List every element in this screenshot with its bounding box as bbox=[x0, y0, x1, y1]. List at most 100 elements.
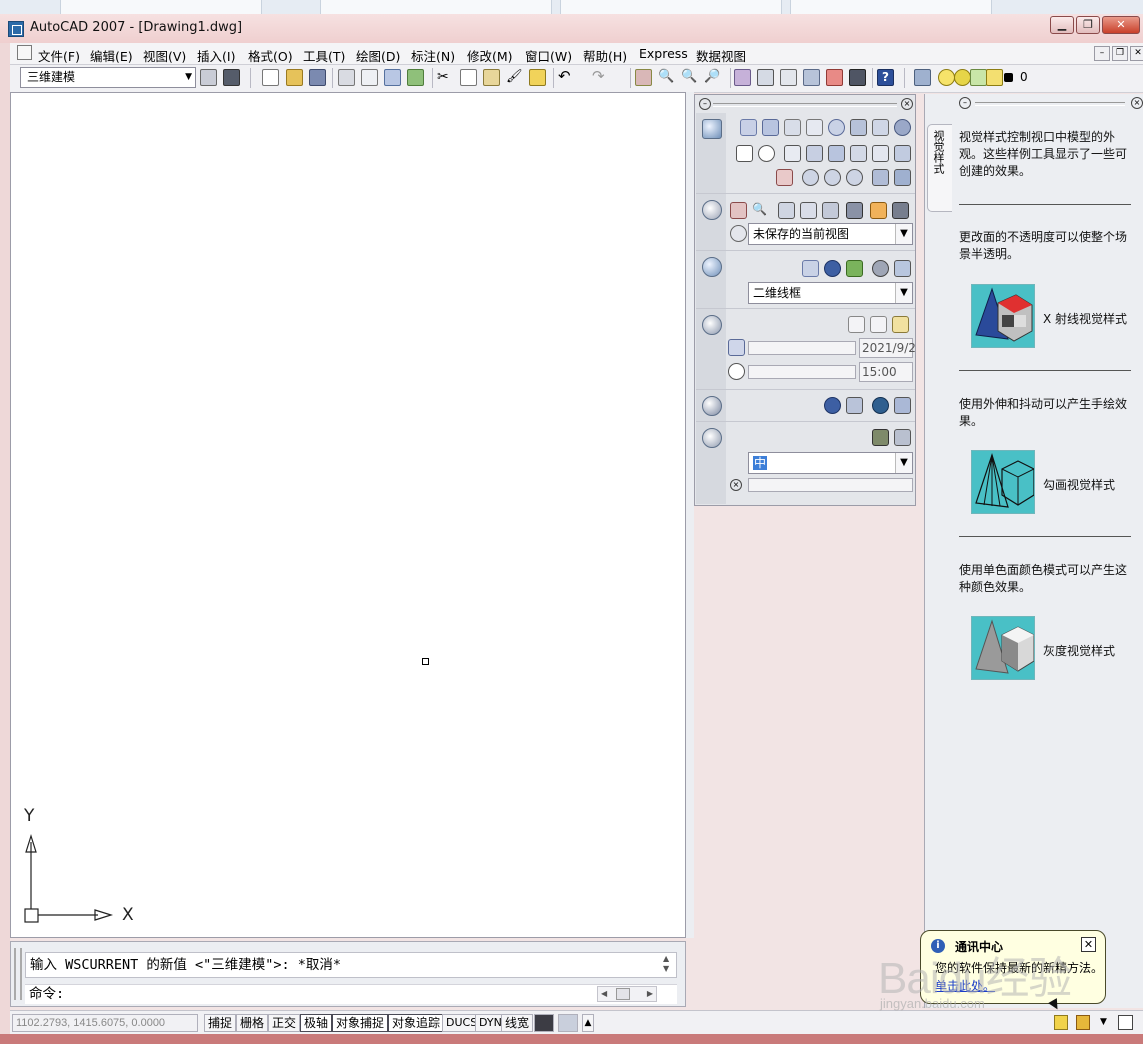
menu-dimension[interactable]: 标注(N) bbox=[411, 46, 455, 65]
paste-icon[interactable] bbox=[483, 69, 500, 86]
subtract-icon[interactable] bbox=[824, 169, 841, 186]
3d-zoom-icon[interactable]: 🔍 bbox=[752, 202, 769, 219]
sketchy-style-thumbnail[interactable] bbox=[971, 450, 1035, 514]
workspace-settings-icon[interactable] bbox=[200, 69, 217, 86]
palette-grip[interactable] bbox=[975, 102, 1125, 106]
3d-make-icon[interactable] bbox=[702, 119, 722, 139]
maximize-button[interactable]: ❐ bbox=[1076, 16, 1100, 34]
chevron-down-icon[interactable]: ▼ bbox=[895, 283, 912, 303]
tool-palettes-icon[interactable] bbox=[780, 69, 797, 86]
status-menu-arrow-icon[interactable]: ▲ bbox=[582, 1014, 594, 1032]
menu-tools[interactable]: 工具(T) bbox=[303, 46, 345, 65]
status-grid-button[interactable]: 栅格 bbox=[236, 1014, 269, 1032]
document-icon[interactable] bbox=[17, 45, 32, 60]
calendar-icon[interactable] bbox=[728, 339, 745, 356]
named-view-select[interactable]: 未保存的当前视图 ▼ bbox=[748, 223, 913, 245]
menu-window[interactable]: 窗口(W) bbox=[525, 46, 572, 65]
status-snap-button[interactable]: 捕捉 bbox=[204, 1014, 237, 1032]
status-otrack-button[interactable]: 对象追踪 bbox=[388, 1014, 445, 1032]
block-editor-icon[interactable] bbox=[529, 69, 546, 86]
visual-style-manager-icon[interactable] bbox=[894, 260, 911, 277]
zoom-realtime-icon[interactable]: 🔍 bbox=[658, 69, 675, 86]
intersect-icon[interactable] bbox=[846, 169, 863, 186]
chevron-down-icon[interactable]: ▼ bbox=[895, 453, 912, 473]
visual-style-select[interactable]: 二维线框 ▼ bbox=[748, 282, 913, 304]
free-orbit-icon[interactable] bbox=[800, 202, 817, 219]
undo-icon[interactable]: ↶ bbox=[558, 69, 575, 86]
layer-viewport-icon[interactable] bbox=[970, 69, 987, 86]
material-sphere-icon[interactable] bbox=[824, 397, 841, 414]
time-field[interactable]: 15:00 bbox=[859, 362, 913, 382]
drawing-canvas[interactable] bbox=[10, 92, 686, 938]
material-attach-icon[interactable] bbox=[872, 397, 889, 414]
zoom-window-icon[interactable]: 🔍 bbox=[681, 69, 698, 86]
3d-pan-icon[interactable] bbox=[730, 202, 747, 219]
wedge-icon[interactable] bbox=[762, 119, 779, 136]
render-window-icon[interactable] bbox=[894, 429, 911, 446]
menu-data-view[interactable]: 数据视图 bbox=[696, 46, 746, 65]
publish-icon[interactable] bbox=[384, 69, 401, 86]
polysolid-icon[interactable] bbox=[872, 145, 889, 162]
lights-icon[interactable] bbox=[702, 315, 722, 335]
coordinate-readout[interactable]: 1102.2793, 1415.6075, 0.0000 bbox=[12, 1014, 198, 1032]
menu-draw[interactable]: 绘图(D) bbox=[356, 46, 400, 65]
scroll-thumb[interactable] bbox=[616, 988, 630, 1000]
layer-properties-icon[interactable] bbox=[914, 69, 931, 86]
planar-surface-icon[interactable] bbox=[894, 145, 911, 162]
layer-on-bulb-icon[interactable] bbox=[938, 69, 955, 86]
sphere-icon[interactable] bbox=[828, 119, 845, 136]
model-space-icon[interactable] bbox=[534, 1014, 554, 1032]
scroll-left-icon[interactable]: ◀ bbox=[601, 987, 607, 1001]
doc-restore-button[interactable]: ❐ bbox=[1112, 46, 1128, 61]
communication-center-icon[interactable] bbox=[1054, 1015, 1068, 1030]
lock-icon[interactable] bbox=[1076, 1015, 1090, 1030]
browser-tab[interactable] bbox=[790, 0, 992, 15]
workspace-save-icon[interactable] bbox=[223, 69, 240, 86]
ucs-3point-icon[interactable] bbox=[736, 145, 753, 162]
layer-thaw-icon[interactable] bbox=[954, 69, 971, 86]
spot-light-icon[interactable] bbox=[870, 316, 887, 333]
time-slider[interactable] bbox=[748, 365, 856, 379]
browser-tab[interactable] bbox=[320, 0, 552, 15]
render-teapot-icon[interactable] bbox=[702, 428, 722, 448]
pan-icon[interactable] bbox=[635, 69, 652, 86]
design-center-icon[interactable] bbox=[757, 69, 774, 86]
point-light-icon[interactable] bbox=[848, 316, 865, 333]
scroll-right-icon[interactable]: ▶ bbox=[647, 987, 653, 1001]
extrude-icon[interactable] bbox=[784, 145, 801, 162]
panel-grip[interactable] bbox=[713, 103, 897, 107]
sweep-icon[interactable] bbox=[828, 145, 845, 162]
match-properties-icon[interactable]: 🖌 bbox=[506, 69, 523, 86]
edge-effects-icon[interactable] bbox=[872, 260, 889, 277]
layer-lock-icon[interactable] bbox=[986, 69, 1003, 86]
zoom-previous-icon[interactable]: 🔎 bbox=[704, 69, 721, 86]
balloon-close-button[interactable]: ✕ bbox=[1081, 937, 1096, 952]
exposure-icon[interactable]: × bbox=[730, 479, 742, 491]
view-back-icon[interactable] bbox=[730, 225, 747, 242]
interfere-icon[interactable] bbox=[872, 169, 889, 186]
xray-icon[interactable] bbox=[802, 260, 819, 277]
clean-screen-icon[interactable] bbox=[1118, 1015, 1133, 1030]
minimize-button[interactable]: ▁ bbox=[1050, 16, 1074, 34]
revolve-icon[interactable] bbox=[872, 119, 889, 136]
doc-close-button[interactable]: ✕ bbox=[1130, 46, 1143, 61]
chevron-down-icon[interactable]: ▼ bbox=[185, 68, 192, 87]
save-icon[interactable] bbox=[309, 69, 326, 86]
camera-icon[interactable] bbox=[846, 202, 863, 219]
plot-icon[interactable] bbox=[338, 69, 355, 86]
pyramid-icon[interactable] bbox=[784, 119, 801, 136]
render-icon[interactable] bbox=[872, 429, 889, 446]
status-lwt-button[interactable]: 线宽 bbox=[501, 1014, 534, 1032]
redo-icon[interactable]: ↷ bbox=[592, 69, 609, 86]
cylinder-icon[interactable] bbox=[850, 119, 867, 136]
3d-orbit-icon[interactable] bbox=[778, 202, 795, 219]
loft-icon[interactable] bbox=[850, 145, 867, 162]
autocad-app-icon[interactable] bbox=[8, 21, 24, 37]
shadow-icon[interactable] bbox=[824, 260, 841, 277]
open-icon[interactable] bbox=[286, 69, 303, 86]
status-ortho-button[interactable]: 正交 bbox=[268, 1014, 301, 1032]
layer-select[interactable]: 0 bbox=[1016, 68, 1143, 89]
menu-file[interactable]: 文件(F) bbox=[38, 46, 80, 65]
sketchy-style-label[interactable]: 勾画视觉样式 bbox=[1043, 476, 1115, 493]
new-icon[interactable] bbox=[262, 69, 279, 86]
